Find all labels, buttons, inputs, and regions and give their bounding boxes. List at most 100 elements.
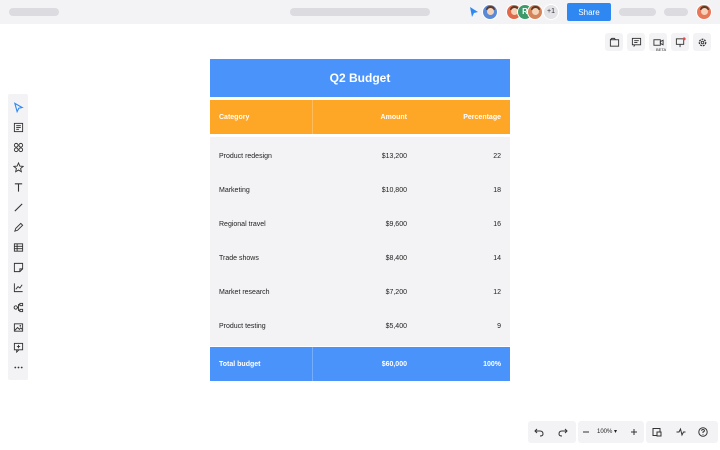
image-tool[interactable]	[11, 320, 25, 334]
cell-amount[interactable]: $13,200	[313, 153, 413, 160]
settings-icon	[698, 38, 706, 46]
zoom-level-dropdown[interactable]: 100% ▾	[597, 426, 617, 438]
redo-icon	[558, 428, 568, 437]
chart-tool[interactable]	[11, 280, 25, 294]
menu-placeholder[interactable]	[619, 8, 656, 16]
present-button[interactable]	[671, 33, 689, 51]
table-icon	[13, 242, 23, 252]
total-amount[interactable]: $60,000	[313, 361, 413, 368]
comment-icon	[13, 342, 23, 353]
cell-category[interactable]: Product redesign	[210, 153, 313, 160]
cell-amount[interactable]: $7,200	[313, 289, 413, 296]
sticky-note-icon	[13, 262, 23, 272]
text-tool[interactable]	[11, 180, 25, 194]
total-percentage[interactable]: 100%	[413, 361, 510, 368]
header-category[interactable]: Category	[210, 100, 313, 134]
cell-amount[interactable]: $10,800	[313, 187, 413, 194]
cell-amount[interactable]: $8,400	[313, 255, 413, 262]
sticker-icon	[12, 161, 24, 173]
template-icon	[13, 122, 23, 132]
left-toolbar	[8, 94, 28, 380]
frames-icon	[609, 37, 619, 47]
sticky-note-tool[interactable]	[11, 260, 25, 274]
activity-button[interactable]	[674, 425, 688, 439]
undo-button[interactable]	[532, 425, 546, 439]
table-total-row[interactable]: Total budget $60,000 100%	[210, 347, 510, 381]
mindmap-icon	[13, 302, 23, 312]
activity-icon	[676, 427, 686, 437]
pen-tool[interactable]	[11, 220, 25, 234]
table-row[interactable]: Product redesign $13,200 22	[210, 139, 510, 173]
cell-percentage[interactable]: 12	[413, 289, 510, 296]
table-row[interactable]: Trade shows $8,400 14	[210, 241, 510, 275]
shapes-tool[interactable]	[11, 140, 25, 154]
minimap-icon	[652, 428, 662, 437]
help-button[interactable]	[696, 425, 710, 439]
more-tools[interactable]	[11, 360, 25, 374]
chevron-down-icon: ▾	[614, 429, 618, 435]
image-icon	[13, 322, 23, 332]
history-controls	[528, 421, 576, 443]
cell-category[interactable]: Trade shows	[210, 255, 313, 262]
help-icon	[698, 427, 708, 437]
cell-amount[interactable]: $5,400	[313, 323, 413, 330]
utility-controls	[646, 421, 718, 443]
top-bar: R +1 Share	[0, 0, 720, 24]
table-body: Product redesign $13,200 22 Marketing $1…	[210, 137, 510, 346]
table-header-row[interactable]: Category Amount Percentage	[210, 100, 510, 134]
cell-percentage[interactable]: 18	[413, 187, 510, 194]
table-tool[interactable]	[11, 240, 25, 254]
shapes-icon	[13, 142, 23, 152]
zoom-out-icon	[583, 431, 589, 433]
undo-icon	[534, 428, 544, 437]
cursor-pointer-icon	[470, 7, 478, 17]
cell-category[interactable]: Product testing	[210, 323, 313, 330]
user-avatar[interactable]	[696, 4, 712, 20]
table-title[interactable]: Q2 Budget	[210, 59, 510, 97]
mindmap-tool[interactable]	[11, 300, 25, 314]
table-row[interactable]: Product testing $5,400 9	[210, 309, 510, 343]
collaborator-avatar[interactable]	[527, 4, 543, 20]
share-button[interactable]: Share	[567, 3, 611, 21]
table-row[interactable]: Regional travel $9,600 16	[210, 207, 510, 241]
total-label[interactable]: Total budget	[210, 347, 313, 381]
frames-button[interactable]	[605, 33, 623, 51]
comments-button[interactable]	[627, 33, 645, 51]
cell-percentage[interactable]: 16	[413, 221, 510, 228]
header-percentage[interactable]: Percentage	[413, 100, 510, 134]
templates-tool[interactable]	[11, 120, 25, 134]
settings-button[interactable]	[693, 33, 711, 51]
text-icon	[14, 182, 22, 192]
table-row[interactable]: Market research $7,200 12	[210, 275, 510, 309]
comment-tool[interactable]	[11, 340, 25, 354]
zoom-out-button[interactable]	[579, 425, 593, 439]
pen-icon	[13, 222, 23, 232]
cell-percentage[interactable]: 22	[413, 153, 510, 160]
presenter-avatar[interactable]	[482, 4, 498, 20]
table-row[interactable]: Marketing $10,800 18	[210, 173, 510, 207]
stickers-tool[interactable]	[11, 160, 25, 174]
zoom-in-button[interactable]	[627, 425, 641, 439]
budget-table[interactable]: Q2 Budget Category Amount Percentage Pro…	[210, 59, 510, 381]
select-icon	[13, 101, 24, 113]
more-collaborators-badge[interactable]: +1	[543, 4, 559, 20]
cell-percentage[interactable]: 9	[413, 323, 510, 330]
minimap-button[interactable]	[650, 425, 664, 439]
cell-percentage[interactable]: 14	[413, 255, 510, 262]
board-title-placeholder	[290, 8, 430, 16]
cell-category[interactable]: Marketing	[210, 187, 313, 194]
more-icon	[13, 366, 23, 368]
cell-amount[interactable]: $9,600	[313, 221, 413, 228]
menu-placeholder[interactable]	[664, 8, 688, 16]
chart-icon	[13, 282, 23, 292]
line-tool[interactable]	[11, 200, 25, 214]
cell-category[interactable]: Market research	[210, 289, 313, 296]
header-amount[interactable]: Amount	[313, 100, 413, 134]
board-name-placeholder[interactable]	[9, 8, 59, 16]
select-tool[interactable]	[11, 100, 25, 114]
line-icon	[13, 202, 23, 212]
zoom-level: 100%	[597, 429, 613, 435]
video-icon	[652, 38, 664, 46]
cell-category[interactable]: Regional travel	[210, 221, 313, 228]
redo-button[interactable]	[556, 425, 570, 439]
